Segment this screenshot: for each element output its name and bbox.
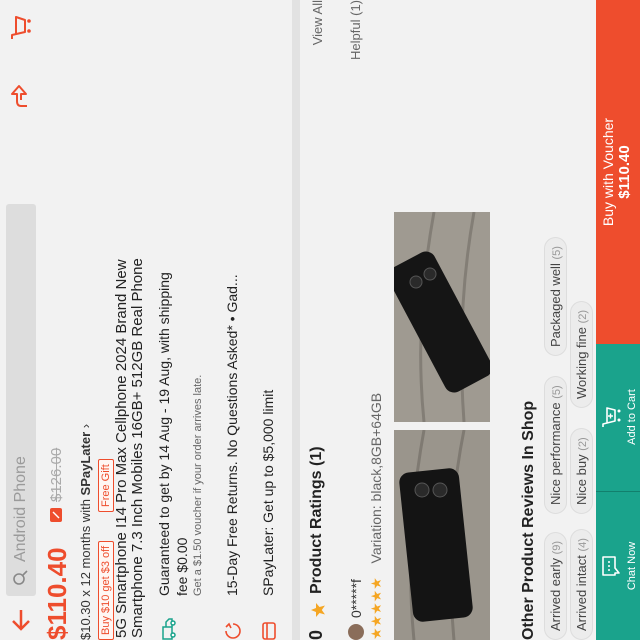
section-divider [292,0,300,640]
top-bar: Android Phone [0,0,42,640]
review-photo-2[interactable] [394,212,490,422]
review-chip[interactable]: Arrived early (9) [544,531,567,640]
ratings-title: Product Ratings (1) [308,446,325,594]
spaylater-info[interactable]: SPayLater: Get up to $5,000 limit [258,0,284,640]
chip-count: (5) [551,246,563,260]
chip-count: (9) [551,540,563,555]
phone-photo-icon [394,212,490,422]
chip-label: Arrived early [548,558,563,631]
search-placeholder: Android Phone [12,456,29,562]
return-icon [225,622,241,639]
title-line-2: Smartphone 7.3 Inch Mobiles 16GB+ 512GB … [129,258,146,638]
star-icon [311,603,325,617]
installment-brand: SPayLater [78,431,93,496]
review-variation: Variation: black,8GB+64GB [368,392,384,564]
returns-text: 15-Day Free Returns. No Questions Asked*… [224,274,240,596]
buy-button-price: $110.40 [616,145,633,199]
review-chip[interactable]: Working fine (2) [570,300,593,408]
back-arrow-icon[interactable] [7,606,35,634]
installment-text: $10.30 x 12 months with [78,495,93,640]
shipping-guarantee: Guaranteed to get by 14 Aug - 19 Aug, wi… [156,272,172,596]
chevron-right-icon: › [78,423,93,429]
promo-tag[interactable]: Buy $10 get $3 off [98,540,114,640]
review-chip[interactable]: Nice buy (2) [570,428,593,514]
chip-label: Working fine [574,326,589,399]
chip-count: (2) [577,437,589,451]
phone-photo-icon [394,430,490,640]
product-title: 5G Smartphone I14 Pro Max Cellphone 2024… [113,0,148,640]
bottom-action-bar: Chat Now Add to Cart Buy with Voucher $1… [596,0,640,640]
buy-with-voucher-button[interactable]: Buy with Voucher $110.40 [596,0,640,344]
spaylater-icon [262,622,276,640]
current-price: $110.40 [42,547,72,640]
chat-now-button[interactable]: Chat Now [596,492,640,640]
installment-info[interactable]: $10.30 x 12 months with SPayLater › [78,424,93,640]
add-to-cart-label: Add to Cart [626,389,638,445]
buy-button-label: Buy with Voucher [600,117,616,227]
shipping-fee: fee $0.00 [174,537,190,596]
review-card: 0*****f Helpful (1) ★★★★★ Variation: bla… [340,0,520,640]
view-all-link[interactable]: View All [310,0,325,45]
rating-score: 0 [306,629,326,640]
chat-icon [602,556,620,576]
original-price: $126.00 [48,447,65,502]
product-page: Android Phone $110.40 $126.00 $10.30 x 1… [0,0,640,640]
discount-badge-icon [50,508,62,522]
reviewer-name: 0*****f [348,579,364,618]
search-icon [13,570,28,585]
review-chip[interactable]: Nice performance (5) [544,376,567,514]
shop-reviews-heading: Other Product Reviews In Shop [520,400,537,640]
avatar [348,624,364,640]
title-line-1: 5G Smartphone I14 Pro Max Cellphone 2024… [113,259,130,638]
truck-icon [162,618,176,640]
chip-label: Nice buy [574,454,589,505]
chip-count: (4) [577,538,589,552]
late-voucher-note: Get a $1.50 voucher if your order arrive… [192,374,204,596]
chat-now-label: Chat Now [626,541,638,591]
review-chip[interactable]: Packaged well (5) [544,237,567,356]
add-to-cart-icon [602,407,621,427]
spaylater-text: SPayLater: Get up to $5,000 limit [260,389,276,596]
chip-label: Packaged well [548,263,563,347]
cart-icon[interactable] [7,14,35,42]
share-icon[interactable] [7,82,35,110]
free-gift-tag[interactable]: Free Gift [98,459,114,512]
ratings-header[interactable]: 0 Product Ratings (1) View All [304,0,336,640]
shipping-info[interactable]: Guaranteed to get by 14 Aug - 19 Aug, wi… [156,0,204,640]
review-chip[interactable]: Arrived intact (4) [570,529,593,640]
review-photo-1[interactable] [394,430,490,640]
chip-count: (2) [577,309,589,324]
add-to-cart-button[interactable]: Add to Cart [596,343,640,492]
price-section: $110.40 $126.00 $10.30 x 12 months with … [42,0,114,640]
chip-label: Arrived intact [574,555,589,631]
helpful-button[interactable]: Helpful (1) [348,0,363,60]
returns-info[interactable]: 15-Day Free Returns. No Questions Asked*… [222,0,248,640]
star-rating-icon: ★★★★★ [368,577,384,640]
chip-count: (5) [551,385,563,399]
chip-label: Nice performance [548,402,563,505]
search-input[interactable]: Android Phone [6,204,36,596]
